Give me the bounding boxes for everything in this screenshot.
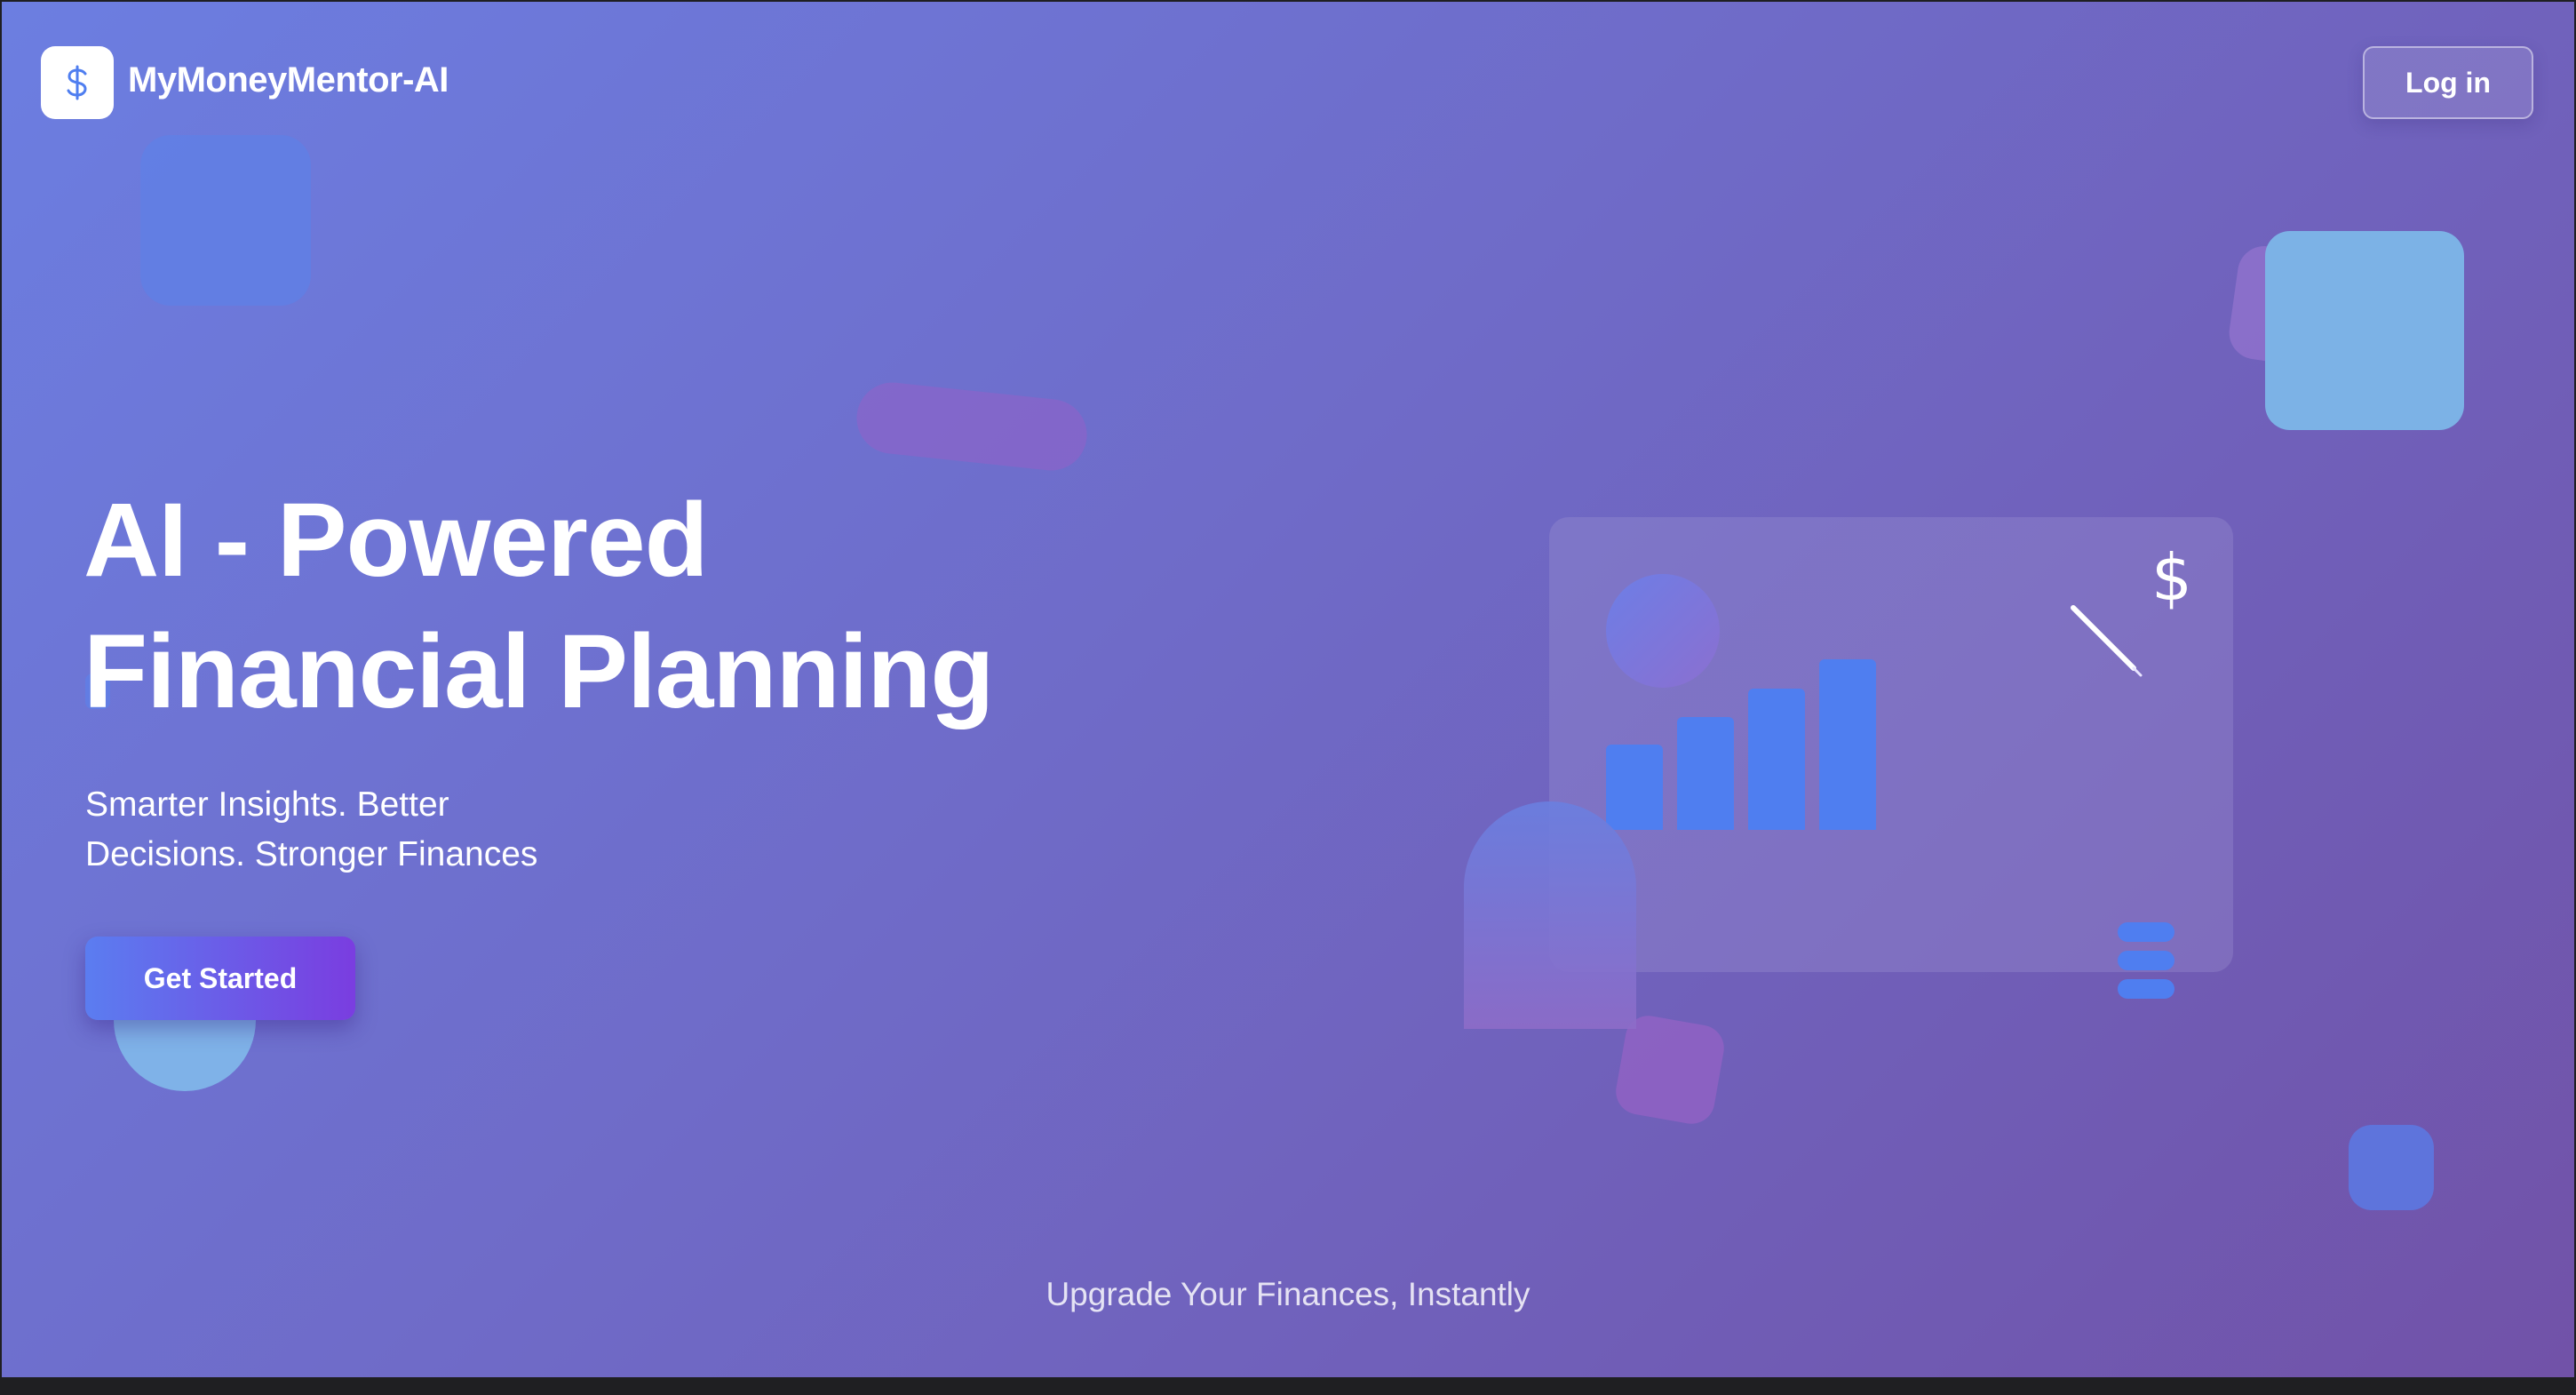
pen-icon xyxy=(2071,605,2143,677)
decorative-pill xyxy=(853,379,1091,474)
chart-bar xyxy=(1677,717,1734,830)
decorative-arch xyxy=(1464,801,1636,1029)
dollar-icon xyxy=(67,65,87,100)
decorative-square xyxy=(2265,231,2464,430)
decorative-square xyxy=(140,135,311,306)
decorative-circle xyxy=(1606,574,1720,688)
hero-title-line: Financial Planning xyxy=(83,613,994,730)
hero-subtitle-line: Decisions. Stronger Finances xyxy=(85,835,538,873)
chart-bar xyxy=(1748,689,1805,830)
hero-subtitle-line: Smarter Insights. Better xyxy=(85,785,449,824)
login-button[interactable]: Log in xyxy=(2363,46,2533,119)
coin xyxy=(2118,922,2174,942)
hero-title-line: AI - Powered xyxy=(83,482,709,599)
chart-bar xyxy=(1606,745,1663,830)
decorative-square xyxy=(2349,1125,2434,1210)
coin xyxy=(2118,951,2174,970)
landing-page: MyMoneyMentor-AI Log in AI - Powered Fin… xyxy=(2,2,2574,1377)
hero-subtitle: Smarter Insights. Better Decisions. Stro… xyxy=(85,780,537,880)
chart-bar xyxy=(1819,659,1876,830)
app-logo[interactable] xyxy=(41,46,114,119)
coin xyxy=(2118,979,2174,999)
hero-title: AI - Powered Financial Planning xyxy=(83,474,994,737)
footer-tagline: Upgrade Your Finances, Instantly xyxy=(1046,1276,1530,1312)
decorative-square xyxy=(1612,1012,1728,1128)
dollar-icon: $ xyxy=(2151,540,2192,615)
app-name: MyMoneyMentor-AI xyxy=(128,60,449,100)
get-started-button[interactable]: Get Started xyxy=(85,937,355,1020)
